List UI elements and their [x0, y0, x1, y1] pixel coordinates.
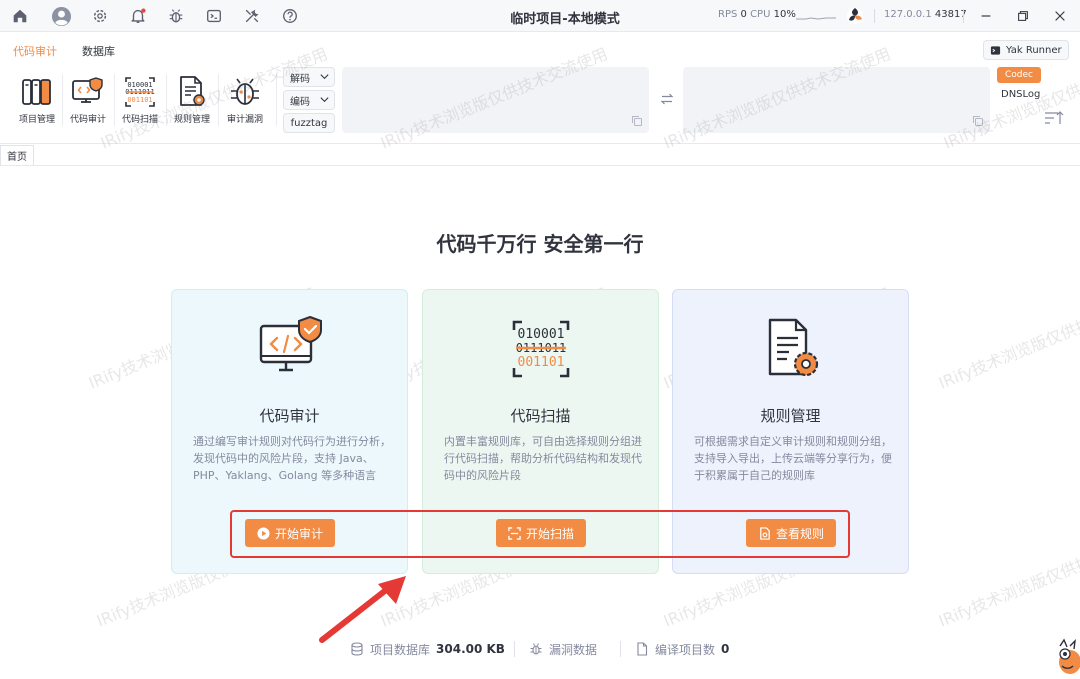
tab-home[interactable]: 首页: [0, 145, 34, 165]
card-description: 可根据需求自定义审计规则和规则分组，支持导入导出，上传云端等分享行为，便于积累属…: [694, 435, 892, 482]
codec-button[interactable]: Codec: [997, 67, 1041, 83]
engine-status-icon[interactable]: [845, 6, 865, 26]
mascot-icon[interactable]: [1052, 636, 1080, 679]
fuzztag-button[interactable]: fuzztag: [283, 113, 335, 133]
tool-label: 规则管理: [173, 115, 210, 125]
compile-count-stat: 编译项目数 0: [635, 640, 729, 658]
decode-label: 解码: [290, 73, 310, 85]
swap-icon[interactable]: [660, 92, 674, 106]
encode-label: 编码: [290, 96, 310, 108]
close-button[interactable]: [1051, 7, 1069, 25]
page-hero-title: 代码千万行 安全第一行: [436, 232, 644, 256]
project-management-tool[interactable]: 项目管理: [11, 70, 63, 134]
scan-code-line: 001101: [518, 355, 565, 370]
rps-label: RPS: [718, 9, 738, 20]
ribbon-toolbar: 代码审计 数据库 项目管理 代码审计 010001 0111011 001101: [0, 32, 1080, 144]
minimize-button[interactable]: [977, 7, 995, 25]
card-description: 内置丰富规则库，可自由选择规则分组进行代码扫描，帮助分析代码结构和发现代码中的风…: [444, 435, 642, 482]
codec-input-editor[interactable]: [342, 67, 649, 133]
svg-text:001101: 001101: [127, 96, 152, 104]
title-bar: 临时项目-本地模式 RPS 0 CPU 10% 127.0.0.1 43817: [0, 0, 1080, 32]
rule-management-icon: [768, 318, 819, 377]
tool-label: 审计漏洞: [226, 115, 263, 125]
code-audit-tool[interactable]: 代码审计: [62, 70, 114, 134]
copy-icon[interactable]: [631, 115, 643, 127]
stat-value: 0: [721, 642, 730, 656]
code-scan-icon: 010001 0111011 001101: [512, 320, 570, 378]
engine-port: 43817: [934, 9, 967, 20]
rule-management-tool[interactable]: 规则管理: [166, 70, 218, 134]
chevron-down-icon: [320, 97, 329, 103]
annotation-highlight-box: [230, 510, 850, 558]
cpu-value: 10%: [773, 9, 796, 20]
code-audit-icon: [259, 316, 322, 372]
rps-value: 0: [740, 9, 747, 20]
project-db-stat: 项目数据库 304.00 KB: [350, 640, 505, 658]
engine-address: 127.0.0.1 43817: [884, 9, 967, 20]
stat-value: 304.00 KB: [436, 642, 505, 656]
card-title: 代码审计: [259, 407, 320, 425]
yak-runner-button[interactable]: Yak Runner: [983, 40, 1069, 60]
rps-cpu-status: RPS 0 CPU 10%: [718, 9, 796, 20]
project-management-icon: [22, 79, 51, 105]
database-icon: [351, 642, 363, 656]
stat-label: 编译项目数: [655, 642, 716, 657]
yak-runner-label: Yak Runner: [1006, 44, 1062, 56]
file-icon: [637, 642, 648, 656]
code-scan-tool[interactable]: 010001 0111011 001101 代码扫描: [114, 70, 166, 134]
tool-label: 代码审计: [69, 115, 106, 125]
cpu-label: CPU: [750, 9, 771, 20]
tab-code-audit[interactable]: 代码审计: [13, 43, 57, 59]
stat-label: 漏洞数据: [549, 642, 598, 657]
sort-icon[interactable]: [1044, 110, 1064, 126]
dnslog-button[interactable]: DNSLog: [1001, 89, 1040, 100]
codec-output-editor[interactable]: [683, 67, 990, 133]
bug-icon: [530, 643, 542, 655]
audit-vuln-icon: [231, 78, 259, 105]
tab-database[interactable]: 数据库: [82, 43, 115, 59]
watermark: IRify技术浏览版仅供技术交流使用: [935, 284, 1080, 393]
audit-vuln-tool[interactable]: 审计漏洞: [219, 70, 271, 134]
decode-select[interactable]: 解码: [283, 67, 335, 87]
chevron-down-icon: [320, 74, 329, 80]
cpu-sparkline: [796, 17, 836, 20]
tool-label: 代码扫描: [121, 115, 158, 125]
code-audit-icon: [72, 77, 103, 103]
copy-icon[interactable]: [972, 115, 984, 127]
engine-ip: 127.0.0.1: [884, 9, 932, 20]
watermark: IRify技术浏览版仅供技术交流使用: [935, 522, 1080, 631]
card-description: 通过编写审计规则对代码行为进行分析，发现代码中的风险片段，支持 Java、PHP…: [193, 435, 391, 482]
rule-management-icon: [180, 76, 205, 106]
scan-code-line: 010001: [518, 327, 565, 342]
card-title: 代码扫描: [510, 407, 571, 425]
maximize-button[interactable]: [1014, 7, 1032, 25]
card-title: 规则管理: [760, 407, 821, 425]
code-scan-icon: 010001 0111011 001101: [125, 77, 155, 107]
stat-label: 项目数据库: [370, 642, 431, 657]
annotation-arrow-icon: [319, 576, 406, 643]
encode-select[interactable]: 编码: [283, 90, 335, 110]
terminal-icon: [990, 45, 1001, 55]
tool-label: 项目管理: [18, 115, 55, 125]
vuln-data-stat[interactable]: 漏洞数据: [529, 640, 597, 658]
